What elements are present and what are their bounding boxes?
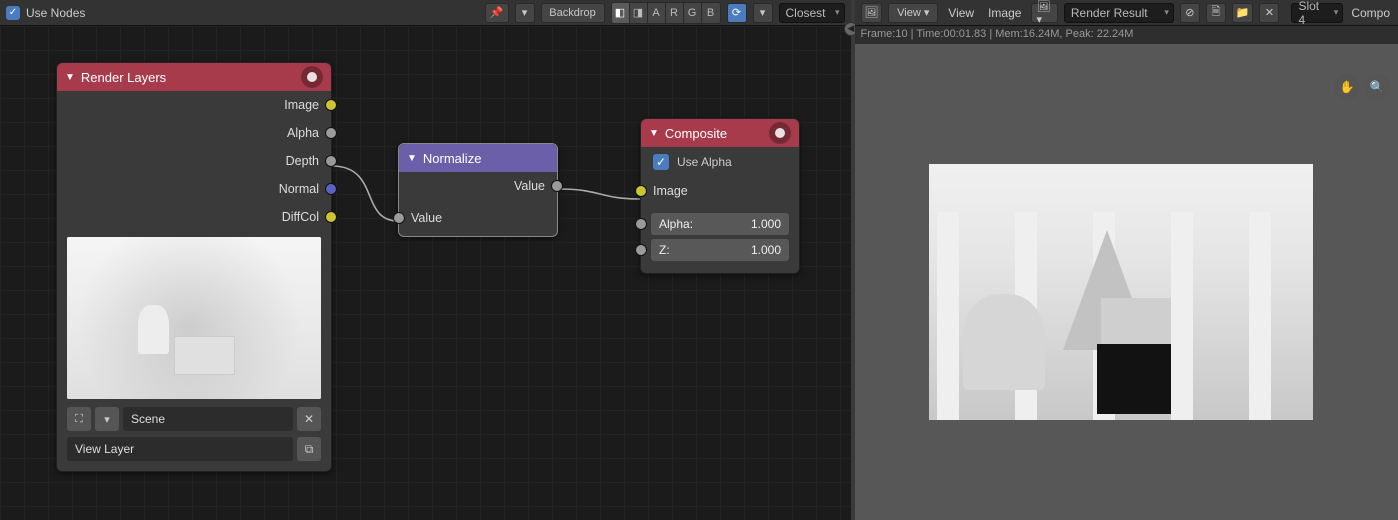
zoom-icon[interactable]: 🔍 [1364, 74, 1390, 100]
node-header[interactable]: ▼ Normalize [399, 144, 557, 172]
socket-diffcol-out[interactable] [325, 211, 337, 223]
collapse-icon[interactable]: ▼ [649, 128, 659, 139]
node-composite[interactable]: ▼ Composite ✓ Use Alpha Image Alpha: 1.0… [640, 118, 800, 274]
input-image-row: Image [641, 177, 799, 205]
channel-r-button[interactable]: R [666, 3, 684, 23]
use-alpha-checkbox[interactable]: ✓ [653, 154, 669, 170]
channel-alpha-icon[interactable]: A [648, 3, 666, 23]
node-header[interactable]: ▼ Render Layers [57, 63, 331, 91]
close-icon[interactable]: ✕ [297, 407, 321, 431]
preview-toggle-icon[interactable] [301, 66, 323, 88]
socket-image-in[interactable] [635, 185, 647, 197]
new-image-icon[interactable]: 🗎 [1206, 3, 1226, 23]
output-alpha-row: Alpha [57, 119, 331, 147]
output-normal-row: Normal [57, 175, 331, 203]
output-diffcol-row: DiffCol [57, 203, 331, 231]
channel-rgb-icon[interactable]: ◨ [630, 3, 648, 23]
socket-image-out[interactable] [325, 99, 337, 111]
preview-toggle-icon[interactable] [769, 122, 791, 144]
socket-value-in[interactable] [393, 212, 405, 224]
alpha-value: 1.000 [751, 217, 781, 231]
z-label: Z: [659, 243, 670, 257]
socket-value-out[interactable] [551, 180, 563, 192]
chevron-down-icon[interactable]: ▾ [753, 3, 773, 23]
chevron-down-icon[interactable]: ▾ [95, 407, 119, 431]
unlink-icon[interactable]: ⊘ [1180, 3, 1200, 23]
collapse-icon[interactable]: ▼ [407, 153, 417, 164]
compo-dropdown[interactable]: Compo [1349, 6, 1392, 20]
open-image-icon[interactable]: 📁 [1232, 3, 1254, 23]
close-icon[interactable]: ✕ [1259, 3, 1279, 23]
output-label: Value [514, 179, 545, 193]
scene-selector-row: ⛶ ▾ Scene ✕ [67, 407, 321, 431]
node-title: Normalize [423, 151, 482, 166]
editor-type-icon[interactable]: 🖼 [861, 3, 883, 23]
chevron-down-icon[interactable]: ▾ [515, 3, 535, 23]
output-value-row: Value [399, 172, 557, 200]
output-label: Normal [279, 182, 319, 196]
input-label: Image [653, 184, 688, 198]
alpha-field[interactable]: Alpha: 1.000 [651, 213, 789, 235]
use-alpha-label: Use Alpha [677, 155, 732, 169]
viewlayer-field[interactable]: View Layer [67, 437, 293, 461]
input-label: Value [411, 211, 442, 225]
status-bar: Frame:10 | Time:00:01.83 | Mem:16.24M, P… [855, 26, 1398, 44]
backdrop-button[interactable]: Backdrop [541, 3, 605, 23]
node-preview [67, 237, 321, 399]
output-label: Image [284, 98, 319, 112]
alpha-label: Alpha: [659, 217, 693, 231]
channel-rgba-icon[interactable]: ◧ [612, 3, 630, 23]
nodes-area[interactable]: ▼ Render Layers Image Alpha Depth Normal [0, 26, 851, 520]
rendered-image [929, 164, 1313, 420]
socket-z-in[interactable] [635, 244, 647, 256]
input-value-row: Value [399, 200, 557, 236]
node-normalize[interactable]: ▼ Normalize Value Value [398, 143, 558, 237]
collapse-icon[interactable]: ▼ [65, 72, 75, 83]
duplicate-icon[interactable]: ⧉ [297, 437, 321, 461]
canvas-overlay-buttons: ✋ 🔍 [1334, 74, 1390, 100]
z-value: 1.000 [751, 243, 781, 257]
image-editor-header: 🖼 View ▾ View Image 🖼▾ Render Result ⊘ 🗎… [855, 0, 1398, 26]
node-title: Composite [665, 126, 727, 141]
output-label: Depth [286, 154, 319, 168]
image-name-field[interactable]: Render Result [1064, 3, 1174, 23]
scene-field[interactable]: Scene [123, 407, 293, 431]
pan-icon[interactable]: ✋ [1334, 74, 1360, 100]
compositor-header: ✓ Use Nodes 📌 ▾ Backdrop ◧ ◨ A R G B ⟳ ▾… [0, 0, 851, 26]
socket-depth-out[interactable] [325, 155, 337, 167]
filter-dropdown[interactable]: Closest [779, 3, 845, 23]
pin-icon[interactable]: 📌 [485, 3, 509, 23]
use-alpha-row: ✓ Use Alpha [641, 147, 799, 177]
view-menu[interactable]: View [944, 6, 978, 20]
scene-icon[interactable]: ⛶ [67, 407, 91, 431]
socket-normal-out[interactable] [325, 183, 337, 195]
channel-g-button[interactable]: G [684, 3, 702, 23]
node-render-layers[interactable]: ▼ Render Layers Image Alpha Depth Normal [56, 62, 332, 472]
image-browse-icon[interactable]: 🖼▾ [1031, 3, 1057, 23]
output-depth-row: Depth [57, 147, 331, 175]
output-label: DiffCol [282, 210, 319, 224]
use-nodes-label: Use Nodes [26, 6, 85, 20]
view-mode-label: View [897, 7, 921, 19]
image-menu[interactable]: Image [984, 6, 1025, 20]
node-header[interactable]: ▼ Composite [641, 119, 799, 147]
channel-mode-segment: ◧ ◨ A R G B [611, 2, 721, 24]
snap-toggle-icon[interactable]: ⟳ [727, 3, 747, 23]
socket-alpha-in[interactable] [635, 218, 647, 230]
viewlayer-selector-row: View Layer ⧉ [67, 437, 321, 461]
use-nodes-checkbox[interactable]: ✓ [6, 6, 20, 20]
socket-alpha-out[interactable] [325, 127, 337, 139]
channel-b-button[interactable]: B [702, 3, 720, 23]
compositor-panel: ✓ Use Nodes 📌 ▾ Backdrop ◧ ◨ A R G B ⟳ ▾… [0, 0, 851, 520]
slot-dropdown[interactable]: Slot 4 [1291, 3, 1343, 23]
output-label: Alpha [287, 126, 319, 140]
z-field[interactable]: Z: 1.000 [651, 239, 789, 261]
image-canvas[interactable]: ✋ 🔍 [855, 44, 1398, 520]
node-title: Render Layers [81, 70, 166, 85]
output-image-row: Image [57, 91, 331, 119]
view-mode-dropdown[interactable]: View ▾ [888, 3, 938, 23]
image-editor-panel: 🖼 View ▾ View Image 🖼▾ Render Result ⊘ 🗎… [855, 0, 1398, 520]
